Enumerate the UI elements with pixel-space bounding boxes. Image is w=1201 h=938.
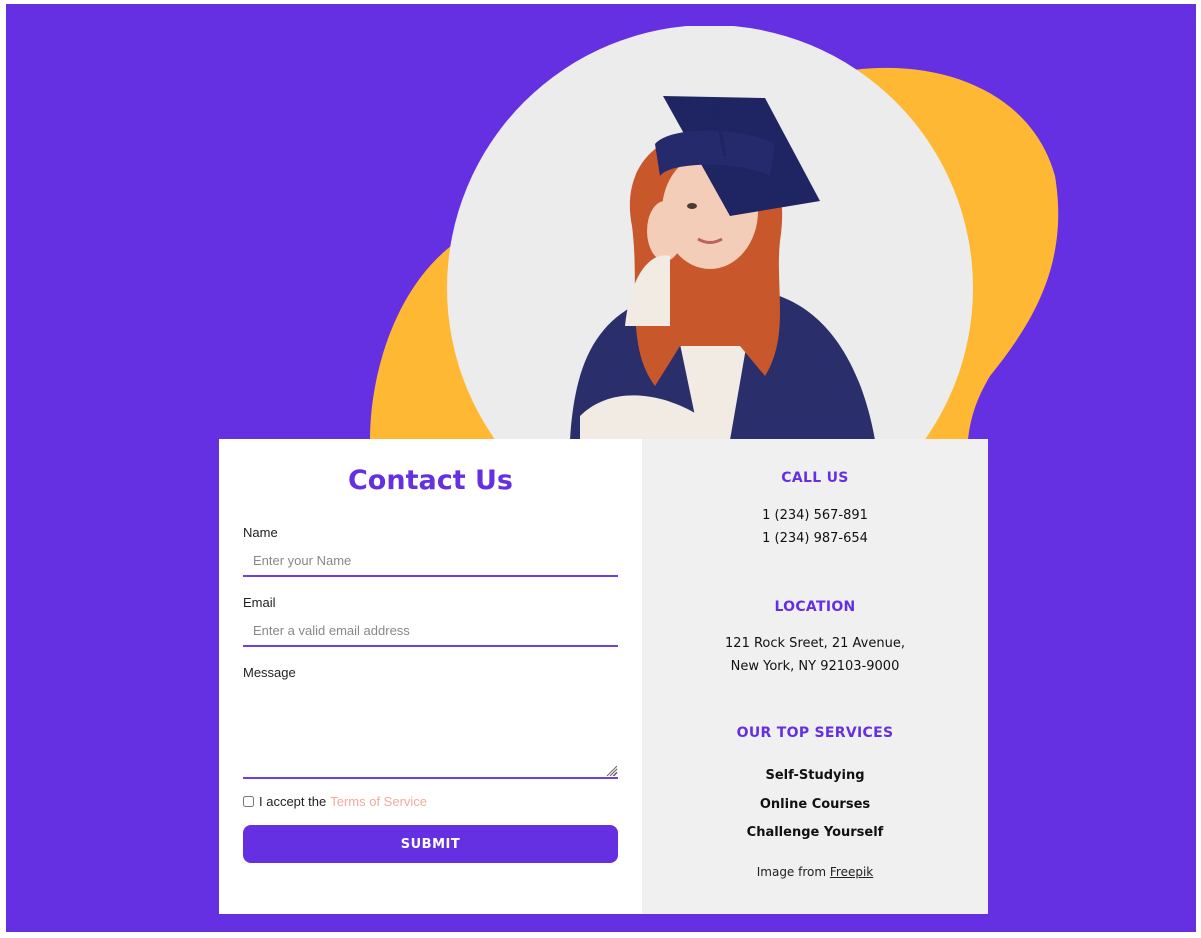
terms-row: I accept the Terms of Service bbox=[243, 794, 427, 809]
terms-text: I accept the bbox=[259, 794, 327, 809]
contact-card: Contact Us Name Email Message I accept t… bbox=[219, 439, 988, 914]
credit-prefix: Image from bbox=[756, 865, 827, 879]
graduate-student-photo bbox=[370, 26, 1059, 440]
message-textarea[interactable] bbox=[243, 691, 618, 779]
address-line-1: 121 Rock Sreet, 21 Avenue, bbox=[725, 636, 905, 651]
submit-button[interactable]: SUBMIT bbox=[243, 825, 618, 863]
email-input[interactable] bbox=[243, 615, 618, 647]
service-item-self-studying: Self-Studying bbox=[765, 768, 865, 783]
image-credit: Image from Freepik bbox=[642, 865, 988, 879]
service-item-challenge-yourself: Challenge Yourself bbox=[746, 825, 884, 840]
contact-form: Contact Us Name Email Message I accept t… bbox=[219, 439, 642, 914]
services-heading: OUR TOP SERVICES bbox=[736, 725, 894, 741]
freepik-link[interactable]: Freepik bbox=[830, 865, 873, 879]
terms-checkbox[interactable] bbox=[243, 796, 254, 807]
message-label: Message bbox=[243, 665, 296, 680]
call-us-heading: CALL US bbox=[781, 470, 849, 486]
phone-number-2: 1 (234) 987-654 bbox=[762, 531, 868, 546]
hero-illustration bbox=[370, 26, 1070, 440]
name-input[interactable] bbox=[243, 545, 618, 577]
location-heading: LOCATION bbox=[774, 599, 856, 615]
phone-number-1: 1 (234) 567-891 bbox=[762, 508, 868, 523]
email-label: Email bbox=[243, 595, 276, 610]
name-label: Name bbox=[243, 525, 278, 540]
service-item-online-courses: Online Courses bbox=[759, 797, 871, 812]
page-title: Contact Us bbox=[347, 465, 514, 496]
terms-of-service-link[interactable]: Terms of Service bbox=[330, 794, 427, 809]
resize-handle-icon[interactable] bbox=[605, 764, 617, 776]
address-line-2: New York, NY 92103-9000 bbox=[730, 659, 900, 674]
contact-info-panel: CALL US 1 (234) 567-891 1 (234) 987-654 … bbox=[642, 439, 988, 914]
